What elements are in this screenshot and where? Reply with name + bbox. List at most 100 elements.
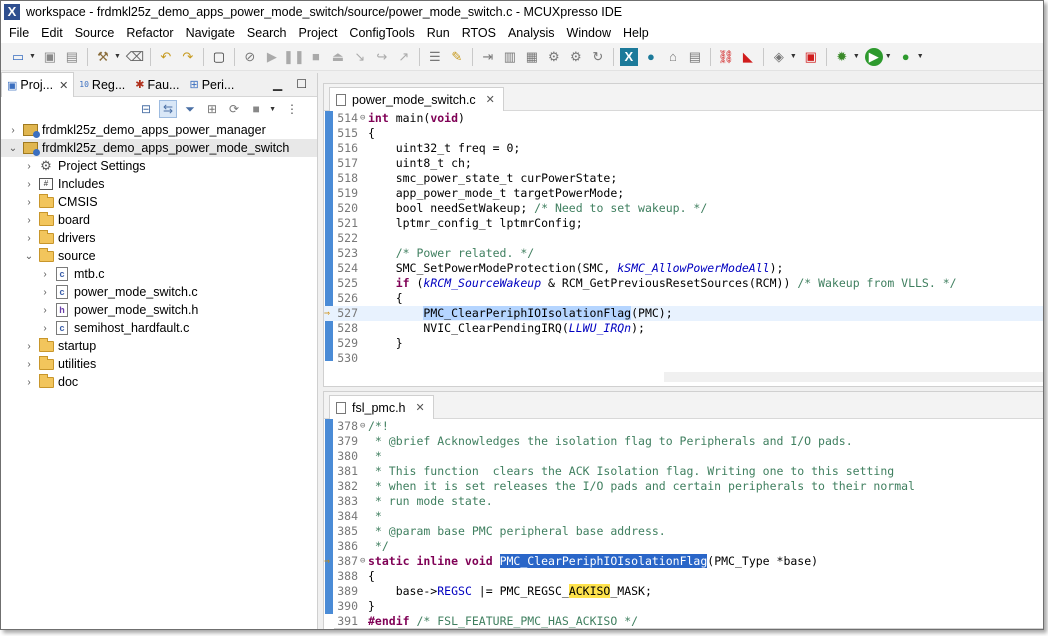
terminate-icon[interactable]: ■ [307, 48, 325, 66]
fold-toggle-icon[interactable]: ⊖ [360, 554, 368, 569]
code-line[interactable]: 518 smc_power_state_t curPowerState; [324, 171, 1043, 186]
stop-icon[interactable]: ■ [247, 100, 265, 118]
tree-item-power-manager[interactable]: › frdmkl25z_demo_apps_power_manager [1, 121, 317, 139]
menu-window[interactable]: Window [561, 26, 617, 40]
skip-breakpoints-icon[interactable]: ⊘ [241, 48, 259, 66]
chevron-right-icon[interactable]: › [23, 359, 35, 370]
menu-configtools[interactable]: ConfigTools [343, 26, 420, 40]
chevron-right-icon[interactable]: › [7, 125, 19, 136]
code-line[interactable]: 379 * @brief Acknowledges the isolation … [324, 434, 1043, 449]
tree-item-power-mode-switch-h[interactable]: › h power_mode_switch.h [1, 301, 317, 319]
code-line[interactable]: 385 * @param base PMC peripheral base ad… [324, 524, 1043, 539]
menu-search[interactable]: Search [241, 26, 293, 40]
save-all-icon[interactable]: ▤ [63, 48, 81, 66]
maximize-icon[interactable]: ☐ [296, 77, 307, 91]
chevron-down-icon[interactable]: ⌄ [7, 143, 19, 154]
chevron-right-icon[interactable]: › [39, 287, 51, 298]
config-tools-icon[interactable]: X [619, 47, 638, 66]
code-line[interactable]: 515 { [324, 126, 1043, 141]
tree-item-doc[interactable]: › doc [1, 373, 317, 391]
build-icon[interactable]: ⚒ [94, 48, 112, 66]
chevron-right-icon[interactable]: › [23, 215, 35, 226]
run-dropdown-icon[interactable]: ▼ [885, 53, 892, 60]
menu-navigate[interactable]: Navigate [180, 26, 241, 40]
code-line[interactable]: 526 { [324, 291, 1043, 306]
link-with-editor-icon[interactable]: ⇆ [159, 100, 178, 118]
registers-toolbar-icon[interactable]: ▦ [523, 48, 541, 66]
code-line[interactable]: 520 bool needSetWakeup; /* Need to set w… [324, 201, 1043, 216]
build-dropdown-icon[interactable]: ▼ [114, 53, 121, 60]
view-menu-grid-icon[interactable]: ⊞ [203, 100, 221, 118]
resume-icon[interactable]: ▶ [263, 48, 281, 66]
disconnect-icon[interactable]: ⏏ [329, 48, 347, 66]
home-icon[interactable]: ⌂ [664, 48, 682, 66]
menu-run[interactable]: Run [421, 26, 456, 40]
new-icon[interactable]: ▭ [9, 48, 27, 66]
external-tools-dropdown-icon[interactable]: ▼ [917, 53, 924, 60]
menu-rtos[interactable]: RTOS [456, 26, 502, 40]
code-line[interactable]: 529 } [324, 336, 1043, 351]
step-return-icon[interactable]: ↗ [395, 48, 413, 66]
tab-power-mode-switch-c[interactable]: power_mode_switch.c ✕ [329, 87, 504, 111]
code-line[interactable]: 528 NVIC_ClearPendingIRQ(LLWU_IRQn); [324, 321, 1043, 336]
tab-registers[interactable]: 10 Reg... [74, 73, 130, 97]
save-icon[interactable]: ▣ [41, 48, 59, 66]
fold-toggle-icon[interactable]: ⊖ [360, 111, 368, 126]
code-line[interactable]: 382 * when it is set releases the I/O pa… [324, 479, 1043, 494]
code-line[interactable]: 527 PMC_ClearPeriphIOIsolationFlag(PMC);… [324, 306, 1043, 321]
code-line[interactable]: 384 * [324, 509, 1043, 524]
chevron-right-icon[interactable]: › [23, 233, 35, 244]
close-icon[interactable]: ✕ [416, 401, 425, 414]
sync-icon[interactable]: ⟳ [225, 100, 243, 118]
code-line[interactable]: 530 [324, 351, 1043, 366]
debug-icon[interactable]: ✹ [833, 48, 851, 66]
menu-source[interactable]: Source [69, 26, 121, 40]
debug-config-icon[interactable]: ◈ [770, 48, 788, 66]
tree-item-utilities[interactable]: › utilities [1, 355, 317, 373]
tree-item-source[interactable]: ⌄ source [1, 247, 317, 265]
code-area[interactable]: 378 ⊖/*! 379 * @brief Acknowledges the iso… [324, 419, 1043, 629]
console-icon[interactable]: ▢ [210, 48, 228, 66]
filter-icon[interactable]: ⏷ [181, 100, 199, 118]
clean-icon[interactable]: ⌫ [126, 48, 144, 66]
chevron-down-icon[interactable]: ⌄ [23, 251, 35, 262]
code-line[interactable]: 380 * [324, 449, 1043, 464]
chevron-right-icon[interactable]: › [23, 341, 35, 352]
chevron-right-icon[interactable]: › [23, 179, 35, 190]
debug-dropdown-icon[interactable]: ▼ [853, 53, 860, 60]
tree-item-board[interactable]: › board [1, 211, 317, 229]
code-line[interactable]: 389 base->REGSC |= PMC_REGSC_ACKISO_MASK… [324, 584, 1043, 599]
code-line[interactable]: 387 ⊖ static inline void PMC_ClearPeriphIO… [324, 554, 1043, 569]
instruction-step-icon[interactable]: ⇥ [479, 48, 497, 66]
tree-item-mtb-c[interactable]: › c mtb.c [1, 265, 317, 283]
tree-item-cmsis[interactable]: › CMSIS [1, 193, 317, 211]
step-into-icon[interactable]: ↘ [351, 48, 369, 66]
code-line[interactable]: 517 uint8_t ch; [324, 156, 1043, 171]
chevron-right-icon[interactable]: › [39, 269, 51, 280]
code-line[interactable]: 383 * run mode state. [324, 494, 1043, 509]
step-over-icon[interactable]: ↪ [373, 48, 391, 66]
chevron-right-icon[interactable]: › [23, 197, 35, 208]
undo-icon[interactable]: ↶ [157, 48, 175, 66]
code-line[interactable]: 391 #endif /* FSL_FEATURE_PMC_HAS_ACKISO … [324, 614, 1043, 629]
minimize-icon[interactable]: ▁ [273, 77, 282, 91]
code-line[interactable]: 522 [324, 231, 1043, 246]
memory-icon[interactable]: ▥ [501, 48, 519, 66]
code-line[interactable]: 390} [324, 599, 1043, 614]
tree-item-startup[interactable]: › startup [1, 337, 317, 355]
code-line[interactable]: 524 SMC_SetPowerModeProtection(SMC, kSMC… [324, 261, 1043, 276]
new-dropdown-icon[interactable]: ▼ [29, 53, 36, 60]
menu-file[interactable]: File [3, 26, 35, 40]
code-line[interactable]: 519 app_power_mode_t targetPowerMode; [324, 186, 1043, 201]
code-line[interactable]: 525 if (kRCM_SourceWakeup & RCM_GetPrevi… [324, 276, 1043, 291]
external-tools-icon[interactable]: ● [897, 48, 915, 66]
tree-item-project-settings[interactable]: › ⚙ Project Settings [1, 157, 317, 175]
tree-item-power-mode-switch[interactable]: ⌄ frdmkl25z_demo_apps_power_mode_switch [1, 139, 317, 157]
clocks-icon[interactable]: ⚙ [567, 48, 585, 66]
code-line[interactable]: 388 { [324, 569, 1043, 584]
collapse-all-icon[interactable]: ⊟ [137, 100, 155, 118]
menu-refactor[interactable]: Refactor [120, 26, 179, 40]
chevron-right-icon[interactable]: › [39, 305, 51, 316]
view-menu-dropdown-icon[interactable]: ▼ [269, 106, 276, 113]
code-line[interactable]: 516 uint32_t freq = 0; [324, 141, 1043, 156]
